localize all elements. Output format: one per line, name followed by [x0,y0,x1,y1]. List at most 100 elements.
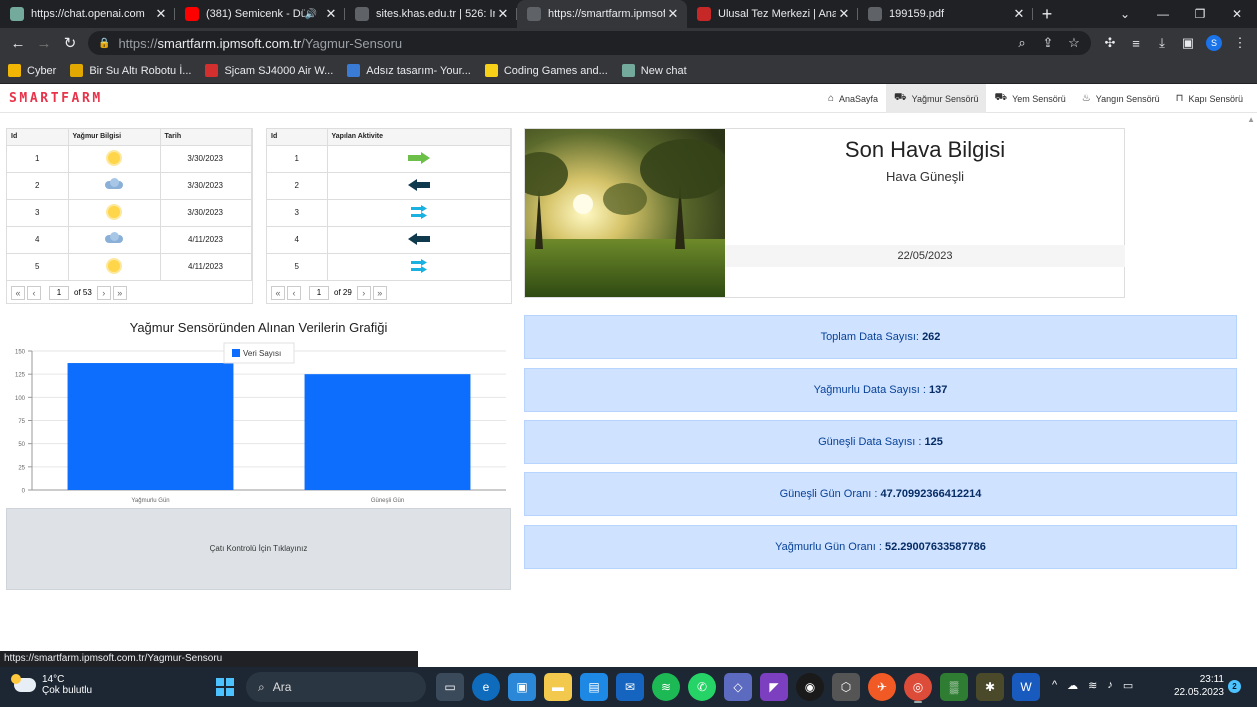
page-number-input[interactable]: 1 [309,285,329,300]
battery-icon[interactable]: ▭ [1123,679,1133,692]
address-bar[interactable]: 🔒 https://smartfarm.ipmsoft.com.tr/Yagmu… [88,31,1091,55]
new-tab-button[interactable]: + [1033,4,1061,25]
tab-audio-icon[interactable]: 🔊 [305,9,317,20]
table-row[interactable]: 4 [267,226,511,254]
whatsapp-icon[interactable]: ✆ [688,673,716,701]
mail-icon[interactable]: ✉ [616,673,644,701]
bookmark-item[interactable]: Sjcam SJ4000 Air W... [205,64,333,77]
github-desktop-icon[interactable]: ◉ [796,673,824,701]
onedrive-icon[interactable]: ☁ [1067,679,1078,692]
maximize-button[interactable]: ❐ [1180,0,1220,28]
next-page-button[interactable]: › [96,285,111,300]
tab-close-icon[interactable]: ✕ [495,6,511,22]
tab-close-icon[interactable]: ✕ [153,6,169,22]
table-row[interactable]: 1 [267,145,511,173]
cube-app-icon[interactable]: ⬡ [832,673,860,701]
browser-tab[interactable]: Ulusal Tez Merkezi | Anasay✕ [687,0,858,28]
download-icon[interactable]: ⤓ [1152,33,1172,53]
table-row[interactable]: 3 [267,199,511,227]
share-icon[interactable]: ⇪ [1038,33,1058,53]
browser-tab[interactable]: https://smartfarm.ipmsoft.c ✕ [517,0,687,28]
tab-close-icon[interactable]: ✕ [665,6,681,22]
file-explorer-icon[interactable]: ▬ [544,673,572,701]
prev-page-button[interactable]: ‹ [27,285,41,300]
word-icon[interactable]: W [1012,673,1040,701]
scroll-up-arrow-icon[interactable]: ▲ [1247,115,1255,124]
side-panel-icon[interactable]: ▣ [1178,33,1198,53]
table-row[interactable]: 5 4/11/2023 [7,253,252,281]
forward-icon[interactable]: → [31,30,57,56]
volume-icon[interactable]: ♪ [1107,679,1113,692]
column-header-weather[interactable]: Yağmur Bilgisi [68,129,161,146]
nav-link[interactable]: ⊓ Kapı Sensörü [1168,84,1251,113]
column-header-id[interactable]: Id [7,129,69,146]
browser-tab[interactable]: sites.khas.edu.tr | 526: Invali✕ [345,0,517,28]
first-page-button[interactable]: « [11,285,25,300]
tab-close-icon[interactable]: ✕ [836,6,852,22]
desktop-icon[interactable]: ▣ [508,673,536,701]
wifi-icon[interactable]: ≋ [1088,679,1097,692]
store-icon[interactable]: ▤ [580,673,608,701]
terminal-app-icon[interactable]: ▒ [940,673,968,701]
chart-bar[interactable] [304,374,471,490]
menu-kebab-icon[interactable]: ⋮ [1230,33,1250,53]
bookmark-item[interactable]: Coding Games and... [484,64,608,77]
nav-link[interactable]: ⛟ Yem Sensörü [986,84,1073,113]
notification-badge[interactable]: 2 [1228,680,1241,693]
next-page-button[interactable]: › [356,285,371,300]
tray-chevron-icon[interactable]: ^ [1052,679,1057,692]
page-number-input[interactable]: 1 [49,285,69,300]
tab-close-icon[interactable]: ✕ [1011,6,1027,22]
nav-link[interactable]: ⌂ AnaSayfa [820,84,886,113]
first-page-button[interactable]: « [271,285,285,300]
bookmark-item[interactable]: Adsız tasarım- Your... [347,64,471,77]
column-header-activity[interactable]: Yapılan Aktivite [327,129,511,146]
browser-tab[interactable]: https://chat.openai.com ✕ [0,0,175,28]
table-row[interactable]: 2 3/30/2023 [7,172,252,200]
roof-control-button[interactable]: Çatı Kontrolü İçin Tıklayınız [6,508,511,590]
weather-widget[interactable]: 14°C Çok bulutlu [11,674,92,696]
bug-app-icon[interactable]: ✱ [976,673,1004,701]
nav-link[interactable]: ♨ Yangın Sensörü [1074,84,1168,113]
table-row[interactable]: 4 4/11/2023 [7,226,252,254]
reload-icon[interactable]: ↻ [57,30,83,56]
profile-avatar[interactable]: S [1204,33,1224,53]
bookmark-item[interactable]: New chat [621,64,687,77]
prev-page-button[interactable]: ‹ [287,285,301,300]
spotify-icon[interactable]: ≋ [652,673,680,701]
chrome-icon[interactable]: ◎ [904,673,932,703]
last-page-button[interactable]: » [112,285,127,300]
table-row[interactable]: 3 3/30/2023 [7,199,252,227]
last-page-button[interactable]: » [372,285,387,300]
back-icon[interactable]: ← [5,30,31,56]
nav-link[interactable]: ⛟ Yağmur Sensörü [886,84,987,113]
browser-tab[interactable]: 199159.pdf ✕ [858,0,1033,28]
bookmark-item[interactable]: Cyber [8,64,56,77]
visual-studio-icon[interactable]: ◤ [760,673,788,701]
taskbar-search[interactable]: ⌕ Ara [246,672,426,702]
postman-icon[interactable]: ✈ [868,673,896,701]
minimize-button[interactable]: — [1143,0,1183,28]
task-view-icon[interactable]: ▭ [436,673,464,701]
lock-icon[interactable]: 🔒 [98,38,110,49]
chart-bar[interactable] [67,363,234,490]
zoom-icon[interactable]: ⌕ [1012,33,1032,53]
edge-icon[interactable]: e [472,673,500,701]
site-logo[interactable]: SMARTFARM [9,91,103,106]
bookmark-item[interactable]: Bir Su Altı Robotu İ... [70,64,191,77]
column-header-id[interactable]: Id [267,129,328,146]
taskbar-clock[interactable]: 23:11 22.05.2023 [1168,673,1224,699]
table-row[interactable]: 2 [267,172,511,200]
column-header-date[interactable]: Tarih [160,129,252,146]
bookmark-star-icon[interactable]: ☆ [1064,33,1084,53]
browser-tab[interactable]: (381) Semicenk - Düşer🔊 ✕ [175,0,345,28]
extensions-icon[interactable]: ✣ [1100,33,1120,53]
table-row[interactable]: 1 3/30/2023 [7,145,252,173]
start-button[interactable] [216,678,234,696]
reading-list-icon[interactable]: ≡ [1126,33,1146,53]
tab-close-icon[interactable]: ✕ [323,6,339,22]
virtualbox-icon[interactable]: ◇ [724,673,752,701]
tab-search-chevron-icon[interactable]: ⌄ [1105,0,1145,28]
close-window-button[interactable]: ✕ [1217,0,1257,28]
table-row[interactable]: 5 [267,253,511,281]
